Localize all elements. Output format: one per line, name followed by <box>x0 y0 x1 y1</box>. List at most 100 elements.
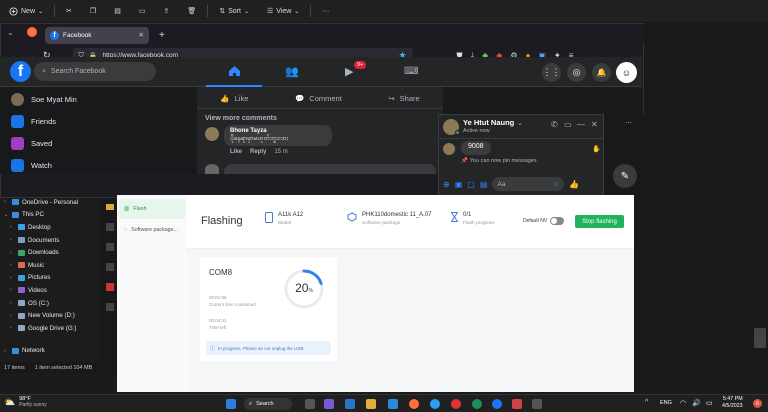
write-comment-input[interactable] <box>224 164 436 174</box>
language-indicator[interactable]: ENG <box>660 400 672 406</box>
teams-icon[interactable] <box>324 399 334 409</box>
app-icon[interactable] <box>345 399 355 409</box>
phone-icon[interactable]: ✆ <box>551 120 558 129</box>
telegram-icon[interactable] <box>430 399 440 409</box>
speaker-icon[interactable]: 🔊 <box>692 399 701 407</box>
app-icon[interactable] <box>451 399 461 409</box>
sidebar-item[interactable]: Friends <box>0 110 190 132</box>
comment-reply-link[interactable]: Reply <box>250 149 266 155</box>
nav-item[interactable]: › Downloads <box>0 246 100 259</box>
delete-button[interactable]: 🗑 <box>178 0 205 22</box>
image-icon[interactable]: ▣ <box>455 180 463 189</box>
new-button[interactable]: New ⌄ <box>0 0 52 22</box>
file-icon[interactable] <box>106 243 114 251</box>
wifi-icon[interactable]: ◠ <box>680 399 686 407</box>
chevron-icon[interactable]: › <box>10 262 15 268</box>
file-icon[interactable] <box>106 303 114 311</box>
like-button[interactable]: 👍 Like <box>220 94 248 103</box>
share-button[interactable]: ⇪ <box>154 0 178 22</box>
chevron-up-icon[interactable]: ^ <box>645 399 648 406</box>
chevron-icon[interactable]: › <box>10 250 15 256</box>
sidebar-item[interactable]: Watch <box>0 154 190 176</box>
comment-timestamp[interactable]: 15 m <box>274 149 287 155</box>
profile-avatar[interactable]: ☺ <box>616 62 637 83</box>
share-button[interactable]: ↪ Share <box>388 94 419 103</box>
contacts-more-icon[interactable]: ⋯ <box>625 119 632 127</box>
emoji-icon[interactable]: ☺ <box>553 181 560 188</box>
notification-count[interactable]: 6 <box>753 399 762 408</box>
message-input[interactable]: Aa ☺ <box>492 177 565 191</box>
battery-icon[interactable]: ▭ <box>706 399 713 407</box>
nav-item[interactable]: › Desktop <box>0 221 100 234</box>
nav-item[interactable]: › OS (C:) <box>0 297 100 310</box>
sticker-icon[interactable]: ▢ <box>467 180 475 189</box>
firefox-view-icon[interactable] <box>27 27 37 37</box>
paste-button[interactable]: ▤ <box>105 0 130 22</box>
view-more-comments-link[interactable]: View more comments <box>205 115 277 122</box>
new-message-button[interactable]: ✎ <box>613 164 637 188</box>
rename-button[interactable]: ▭ <box>130 0 155 22</box>
app-icon[interactable] <box>472 399 482 409</box>
chevron-icon[interactable]: ⌄ <box>4 212 9 218</box>
facebook-logo[interactable]: f <box>10 61 31 82</box>
nav-item[interactable]: › New Volume (D:) <box>0 309 100 322</box>
view-button[interactable]: ☰ View ⌄ <box>258 0 308 22</box>
nav-item[interactable]: › Videos <box>0 284 100 297</box>
video-call-icon[interactable]: ▭ <box>564 120 572 129</box>
facebook-search-input[interactable]: ⌕ Search Facebook <box>34 62 156 81</box>
chevron-icon[interactable]: › <box>10 313 15 319</box>
copy-button[interactable]: ❐ <box>81 0 105 22</box>
start-button[interactable] <box>226 399 236 409</box>
gaming-tab[interactable]: ⌨ <box>404 66 418 77</box>
scroll-widget[interactable] <box>754 328 766 348</box>
watch-tab[interactable]: ▶ 9+ <box>345 61 367 78</box>
facebook-app-icon[interactable] <box>492 399 502 409</box>
sidebar-item-flash[interactable]: ▥ Flash <box>119 199 185 219</box>
default-nv-toggle[interactable] <box>550 217 564 225</box>
commenter-avatar[interactable] <box>205 127 219 141</box>
close-tab-icon[interactable]: ✕ <box>139 31 144 39</box>
menu-grid-button[interactable]: ⋮⋮ <box>542 63 561 82</box>
chevron-icon[interactable]: › <box>4 199 9 205</box>
chevron-icon[interactable]: › <box>10 224 15 230</box>
chevron-icon[interactable]: › <box>10 237 15 243</box>
nav-item[interactable]: › Network <box>0 345 100 358</box>
file-icon[interactable] <box>106 223 114 231</box>
messenger-button[interactable]: ◎ <box>567 63 586 82</box>
commenter-name[interactable]: Bhone Tayza <box>230 128 326 134</box>
new-tab-icon[interactable]: + <box>159 30 165 41</box>
home-tab[interactable] <box>206 57 262 87</box>
sort-button[interactable]: ⇅ Sort ⌄ <box>210 0 258 22</box>
file-explorer-icon[interactable] <box>366 399 376 409</box>
chevron-icon[interactable]: › <box>10 300 15 306</box>
app-icon[interactable] <box>532 399 542 409</box>
chevron-icon[interactable]: › <box>10 275 15 281</box>
comment-like-link[interactable]: Like <box>230 149 242 155</box>
nav-item[interactable]: ⌄ This PC <box>0 209 100 222</box>
friends-tab[interactable]: 👥 <box>285 65 299 78</box>
close-icon[interactable]: ✕ <box>591 120 598 129</box>
chevron-icon[interactable]: › <box>4 348 9 354</box>
taskbar-search[interactable]: ⌕ Search <box>244 398 292 410</box>
stop-flashing-button[interactable]: Stop flashing <box>575 215 624 228</box>
file-icon[interactable] <box>106 263 114 271</box>
nav-item[interactable]: › Google Drive (G:) <box>0 322 100 335</box>
comment-button[interactable]: 💬 Comment <box>295 94 342 103</box>
sidebar-item[interactable]: Saved <box>0 132 190 154</box>
notifications-button[interactable]: 🔔 <box>592 63 611 82</box>
list-all-tabs-icon[interactable]: ⌄ <box>7 28 14 37</box>
firefox-icon[interactable] <box>409 399 419 409</box>
task-view-icon[interactable] <box>305 399 315 409</box>
nav-item[interactable]: › Music <box>0 259 100 272</box>
clock[interactable]: 5:47 PM 4/5/2023 <box>722 396 743 410</box>
gif-icon[interactable]: ▤ <box>480 180 488 189</box>
thumbs-up-icon[interactable]: 👍 <box>569 180 579 189</box>
edge-icon[interactable] <box>388 399 398 409</box>
nav-item[interactable]: › Documents <box>0 234 100 247</box>
nav-item[interactable]: › Pictures <box>0 272 100 285</box>
plus-circle-icon[interactable]: ⊕ <box>443 180 450 189</box>
minimize-icon[interactable]: — <box>577 120 585 129</box>
more-options-button[interactable]: ··· <box>313 0 338 22</box>
cut-button[interactable]: ✂ <box>57 0 81 22</box>
file-icon[interactable] <box>106 283 114 291</box>
